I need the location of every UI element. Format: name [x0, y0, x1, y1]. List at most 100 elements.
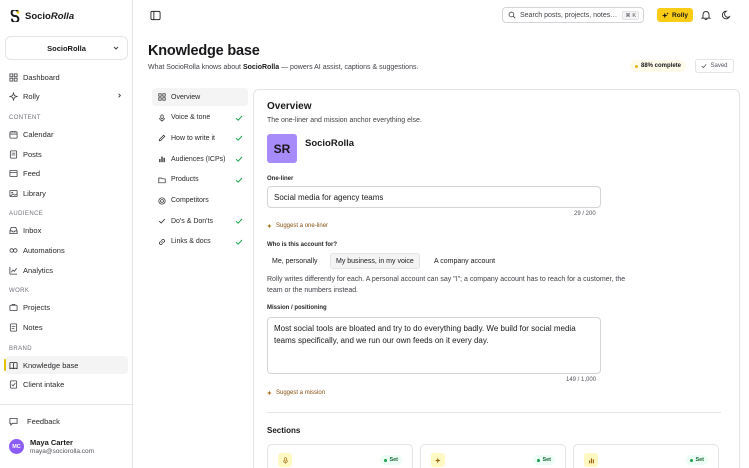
sidebar: SocioRolla SocioRolla Dashboard Rolly CO…: [0, 0, 133, 468]
done-check-icon: [235, 218, 243, 225]
sidebar-item-knowledge-base[interactable]: Knowledge base: [4, 356, 128, 374]
kb-nav-label: Do's & Don'ts: [171, 217, 213, 225]
calendar-icon: [9, 130, 18, 139]
posts-icon: [9, 149, 18, 159]
one-liner-label: One-liner: [267, 176, 294, 182]
user-profile[interactable]: MC Maya Carter maya@sociorolla.com: [9, 438, 94, 455]
mic-icon: [158, 114, 166, 122]
sidebar-item-label: Analytics: [23, 265, 54, 275]
sidebar-item-library[interactable]: Library: [5, 184, 128, 202]
sidebar-item-analytics[interactable]: Analytics: [5, 261, 128, 279]
sidebar-item-calendar[interactable]: Calendar: [5, 125, 128, 143]
pen-icon: [158, 134, 166, 142]
chat-icon: [9, 417, 18, 426]
kb-nav-item[interactable]: Audiences (ICPs): [152, 150, 248, 168]
kb-nav-item[interactable]: Do's & Don'ts: [152, 212, 248, 230]
overview-card: Overview The one-liner and mission ancho…: [253, 89, 740, 468]
bar-icon: [158, 155, 166, 163]
kb-nav-item[interactable]: Links & docs: [152, 233, 248, 251]
who-helper-text: Rolly writes differently for each. A per…: [267, 276, 626, 294]
kb-nav-item[interactable]: Competitors: [152, 192, 248, 210]
search-shortcut: ⌘ K: [622, 11, 639, 20]
target-icon: [158, 196, 166, 205]
page-subtitle: What SocioRolla knows about SocioRolla —…: [148, 64, 419, 71]
sidebar-item-automations[interactable]: Automations: [5, 241, 128, 259]
who-label: Who is this account for?: [267, 242, 337, 248]
intake-icon: [9, 379, 18, 389]
sidebar-item-notes[interactable]: Notes: [5, 318, 128, 336]
feedback-label: Feedback: [27, 416, 60, 426]
kb-nav-item[interactable]: Products: [152, 171, 248, 189]
brand[interactable]: SocioRolla: [10, 10, 74, 22]
completion-badge: 88% complete: [630, 60, 687, 72]
overview-title: Overview: [267, 101, 312, 112]
feed-icon: [9, 169, 18, 178]
section-label-content: CONTENT: [9, 115, 41, 121]
sidebar-item-inbox[interactable]: Inbox: [5, 221, 128, 239]
sidebar-item-posts[interactable]: Posts: [5, 145, 128, 163]
sidebar-item-rolly[interactable]: Rolly: [5, 87, 128, 105]
mission-counter: 149 / 1,000: [566, 377, 597, 383]
workspace-switcher[interactable]: SocioRolla: [5, 36, 128, 60]
done-check-icon: [235, 136, 243, 142]
pen-icon: [431, 453, 445, 467]
section-tile-voice[interactable]: Set: [267, 444, 413, 468]
one-liner-input[interactable]: Social media for agency teams: [267, 186, 601, 208]
kb-nav-label: Voice & tone: [171, 114, 211, 122]
status-badge: Set: [686, 455, 708, 465]
avatar: MC: [9, 439, 24, 454]
sidebar-item-label: Rolly: [23, 91, 40, 101]
sidebar-item-label: Inbox: [23, 225, 42, 235]
account-logo[interactable]: SR: [267, 134, 297, 163]
link-icon: [158, 238, 166, 246]
status-badge: Set: [380, 455, 402, 465]
saved-status: Saved: [695, 59, 734, 73]
bell-icon[interactable]: [701, 10, 711, 20]
moon-icon[interactable]: [722, 10, 732, 20]
mission-label: Mission / positioning: [267, 305, 327, 311]
sidebar-item-projects[interactable]: Projects: [5, 298, 128, 316]
kb-nav-label: Products: [171, 176, 199, 184]
sidebar-item-client-intake[interactable]: Client intake: [5, 375, 128, 393]
sidebar-item-feed[interactable]: Feed: [5, 164, 128, 182]
sparkle-icon: [267, 390, 272, 396]
suggest-mission-button[interactable]: Suggest a mission: [267, 390, 325, 396]
sidebar-item-label: Automations: [23, 245, 65, 255]
done-check-icon: [235, 115, 243, 121]
search-bar[interactable]: Search posts, projects, notes… ⌘ K: [502, 7, 644, 23]
section-tile-writing[interactable]: Set: [420, 444, 566, 468]
sparkle-icon: [267, 223, 272, 229]
one-liner-counter: 29 / 200: [574, 211, 596, 217]
account-name: SocioRolla: [305, 138, 355, 149]
done-check-icon: [235, 177, 243, 183]
who-option-personal[interactable]: Me, personally: [267, 253, 323, 269]
sidebar-item-label: Dashboard: [23, 72, 60, 82]
sidebar-toggle-icon[interactable]: [150, 10, 161, 21]
page-title: Knowledge base: [148, 43, 260, 59]
user-name: Maya Carter: [30, 438, 73, 447]
feedback-button[interactable]: Feedback: [5, 412, 128, 430]
who-option-business[interactable]: My business, in my voice: [330, 253, 420, 269]
kb-nav-item[interactable]: Overview: [152, 88, 248, 106]
who-option-company[interactable]: A company account: [429, 253, 500, 269]
rolly-button[interactable]: Rolly: [657, 8, 693, 22]
dashboard-icon: [9, 72, 18, 82]
sidebar-item-label: Knowledge base: [23, 360, 79, 370]
kb-nav-label: Audiences (ICPs): [171, 155, 226, 163]
done-check-icon: [235, 239, 243, 245]
kb-nav-item[interactable]: How to write it: [152, 129, 248, 147]
mission-textarea[interactable]: Most social tools are bloated and try to…: [267, 317, 601, 374]
kb-nav-item[interactable]: Voice & tone: [152, 109, 248, 127]
workspace-name: SocioRolla: [47, 43, 86, 53]
check-icon: [702, 64, 707, 69]
sidebar-item-label: Feed: [23, 168, 41, 178]
section-tile-audiences[interactable]: Set: [573, 444, 719, 468]
grid-icon: [158, 93, 166, 101]
analytics-icon: [9, 266, 18, 275]
sidebar-item-label: Notes: [23, 322, 43, 332]
search-placeholder: Search posts, projects, notes…: [520, 11, 618, 19]
sidebar-item-dashboard[interactable]: Dashboard: [5, 68, 128, 86]
kb-nav-label: Overview: [171, 93, 201, 101]
brand-name: SocioRolla: [25, 10, 75, 22]
suggest-one-liner-button[interactable]: Suggest a one-liner: [267, 223, 328, 229]
